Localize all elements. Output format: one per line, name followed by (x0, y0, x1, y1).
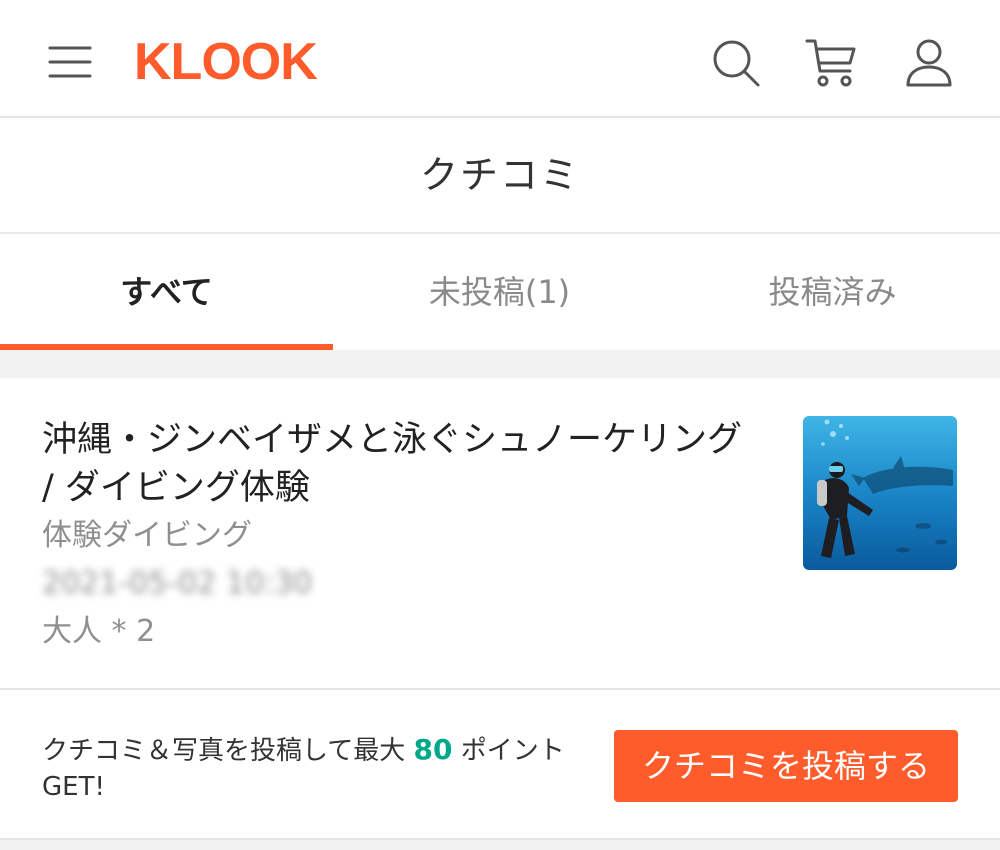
hamburger-menu-icon[interactable] (46, 38, 94, 86)
points-promo-text: クチコミ＆写真を投稿して最大 80 ポイントGET! (42, 732, 572, 805)
klook-logo[interactable]: KLOOK (134, 30, 318, 94)
tab-not-posted[interactable]: 未投稿(1) (333, 234, 666, 350)
shopping-cart-icon[interactable] (804, 37, 860, 89)
review-action-bar: クチコミ＆写真を投稿して最大 80 ポイントGET! クチコミを投稿する (0, 690, 1000, 840)
promo-points: 80 (413, 733, 453, 766)
page-title-bar: クチコミ (0, 118, 1000, 234)
reviews-page: KLOOK クチコミ すべて 未投稿(1) 投稿済み 沖縄・ジンベイザメと泳ぐシ… (0, 0, 1000, 850)
booking-date: 2021-05-02 10:30 (42, 566, 313, 601)
user-account-icon[interactable] (904, 37, 954, 89)
page-title: クチコミ (419, 153, 580, 197)
tab-all-label: すべて (120, 273, 213, 311)
tab-posted[interactable]: 投稿済み (666, 234, 999, 350)
promo-text-before: クチコミ＆写真を投稿して最大 (42, 736, 414, 766)
booking-review-card[interactable]: 沖縄・ジンベイザメと泳ぐシュノーケリング / ダイビング体験 体験ダイビング 2… (0, 378, 1000, 690)
participant-quantity: 大人 * 2 (42, 614, 156, 649)
section-divider (0, 350, 1000, 378)
tab-posted-label: 投稿済み (768, 273, 897, 311)
bottom-divider (0, 840, 1000, 850)
post-review-button[interactable]: クチコミを投稿する (614, 730, 958, 802)
app-header: KLOOK (0, 0, 1000, 118)
package-name: 体験ダイビング (42, 518, 252, 553)
tab-not-posted-label: 未投稿(1) (428, 273, 571, 311)
activity-title: 沖縄・ジンベイザメと泳ぐシュノーケリング / ダイビング体験 (42, 420, 743, 508)
tab-all[interactable]: すべて (0, 234, 333, 350)
search-icon[interactable] (710, 37, 762, 89)
review-tabs: すべて 未投稿(1) 投稿済み (0, 234, 1000, 350)
activity-thumbnail[interactable] (803, 416, 957, 570)
